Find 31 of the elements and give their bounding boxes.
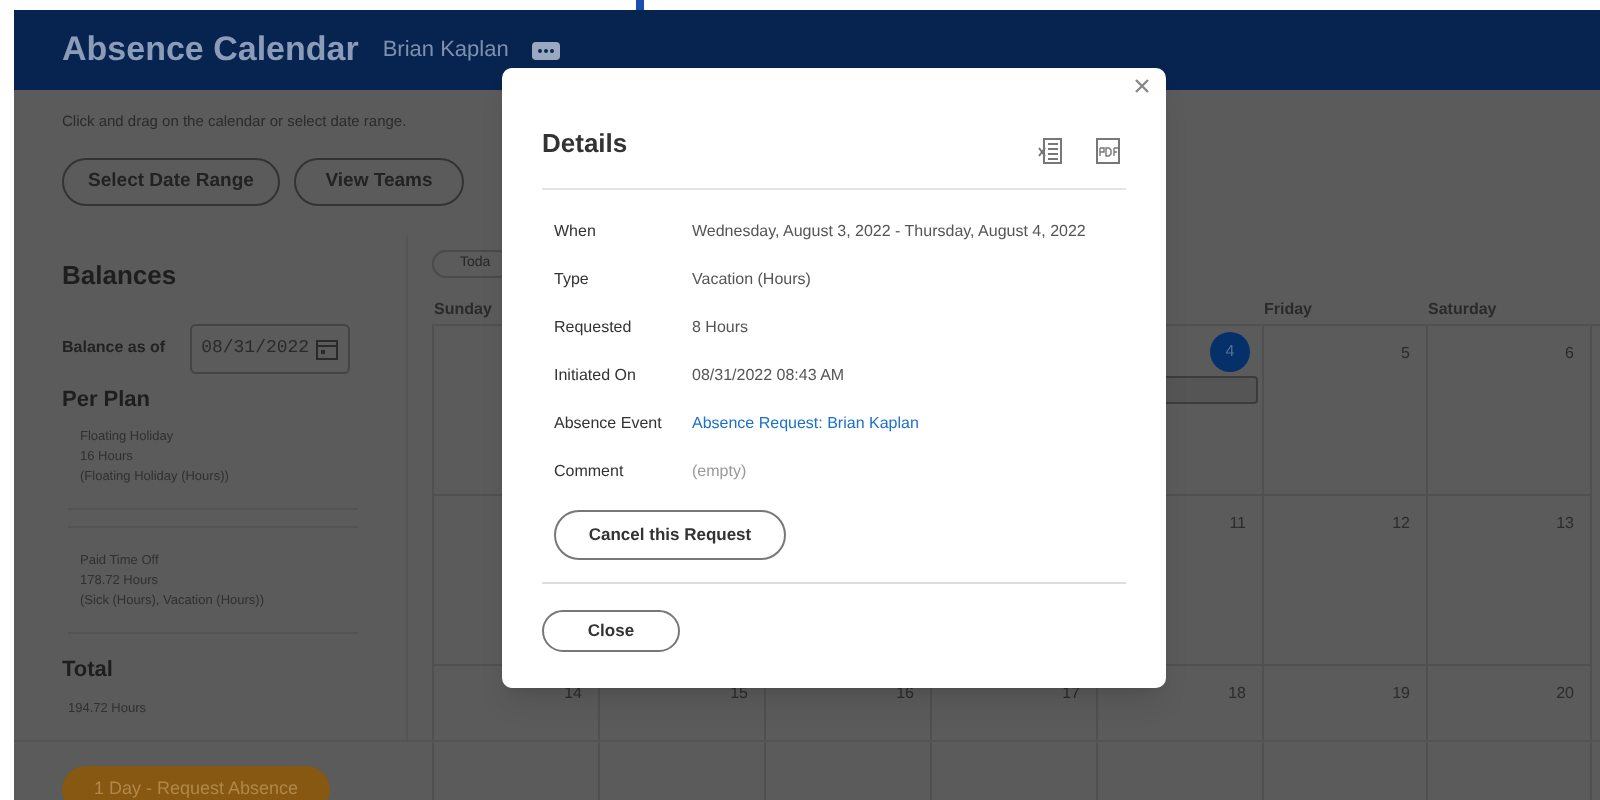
field-label: Initiated On bbox=[554, 364, 638, 388]
pdf-export-icon[interactable] bbox=[1096, 138, 1120, 164]
close-icon[interactable] bbox=[1134, 78, 1150, 94]
total-heading: Total bbox=[62, 656, 115, 687]
cancel-request-button[interactable]: Cancel this Request bbox=[554, 509, 786, 560]
spreadsheet-export-icon[interactable] bbox=[1038, 138, 1062, 164]
dialog-title: Details bbox=[542, 126, 628, 163]
action-button[interactable]: Select Date Range bbox=[62, 158, 280, 207]
field-value: 8 Hours bbox=[692, 316, 749, 340]
page-title: Absence Calendar bbox=[62, 28, 359, 73]
action-button[interactable]: View Teams bbox=[294, 158, 464, 207]
balance-date-label: Balance as of bbox=[62, 336, 166, 361]
request-absence-button[interactable]: 1 Day - Request Absence bbox=[62, 766, 330, 800]
field-label: Type bbox=[554, 268, 591, 292]
field-label: Absence Event bbox=[554, 412, 664, 436]
date-number[interactable]: 4 bbox=[1210, 332, 1250, 373]
field-value: Wednesday, August 3, 2022 - Thursday, August 4, 2022 bbox=[692, 220, 1086, 244]
calendar-icon[interactable] bbox=[315, 337, 338, 360]
close-button[interactable]: Close bbox=[542, 609, 680, 652]
field-value: 08/31/2022 08:43 AM bbox=[692, 364, 845, 388]
more-icon[interactable] bbox=[532, 41, 561, 59]
field-value: Vacation (Hours) bbox=[692, 268, 811, 292]
absence-link[interactable]: Absence Request: Brian Kaplan bbox=[692, 412, 919, 436]
field-label: Comment bbox=[554, 460, 626, 484]
field-label: When bbox=[554, 220, 598, 244]
field-value: (empty) bbox=[692, 460, 747, 484]
top-marker bbox=[636, 0, 644, 10]
user-name: Brian Kaplan bbox=[382, 35, 509, 66]
per-plan-heading: Per Plan bbox=[62, 385, 153, 416]
balances-heading: Balances bbox=[62, 258, 179, 295]
field-label: Requested bbox=[554, 316, 634, 340]
